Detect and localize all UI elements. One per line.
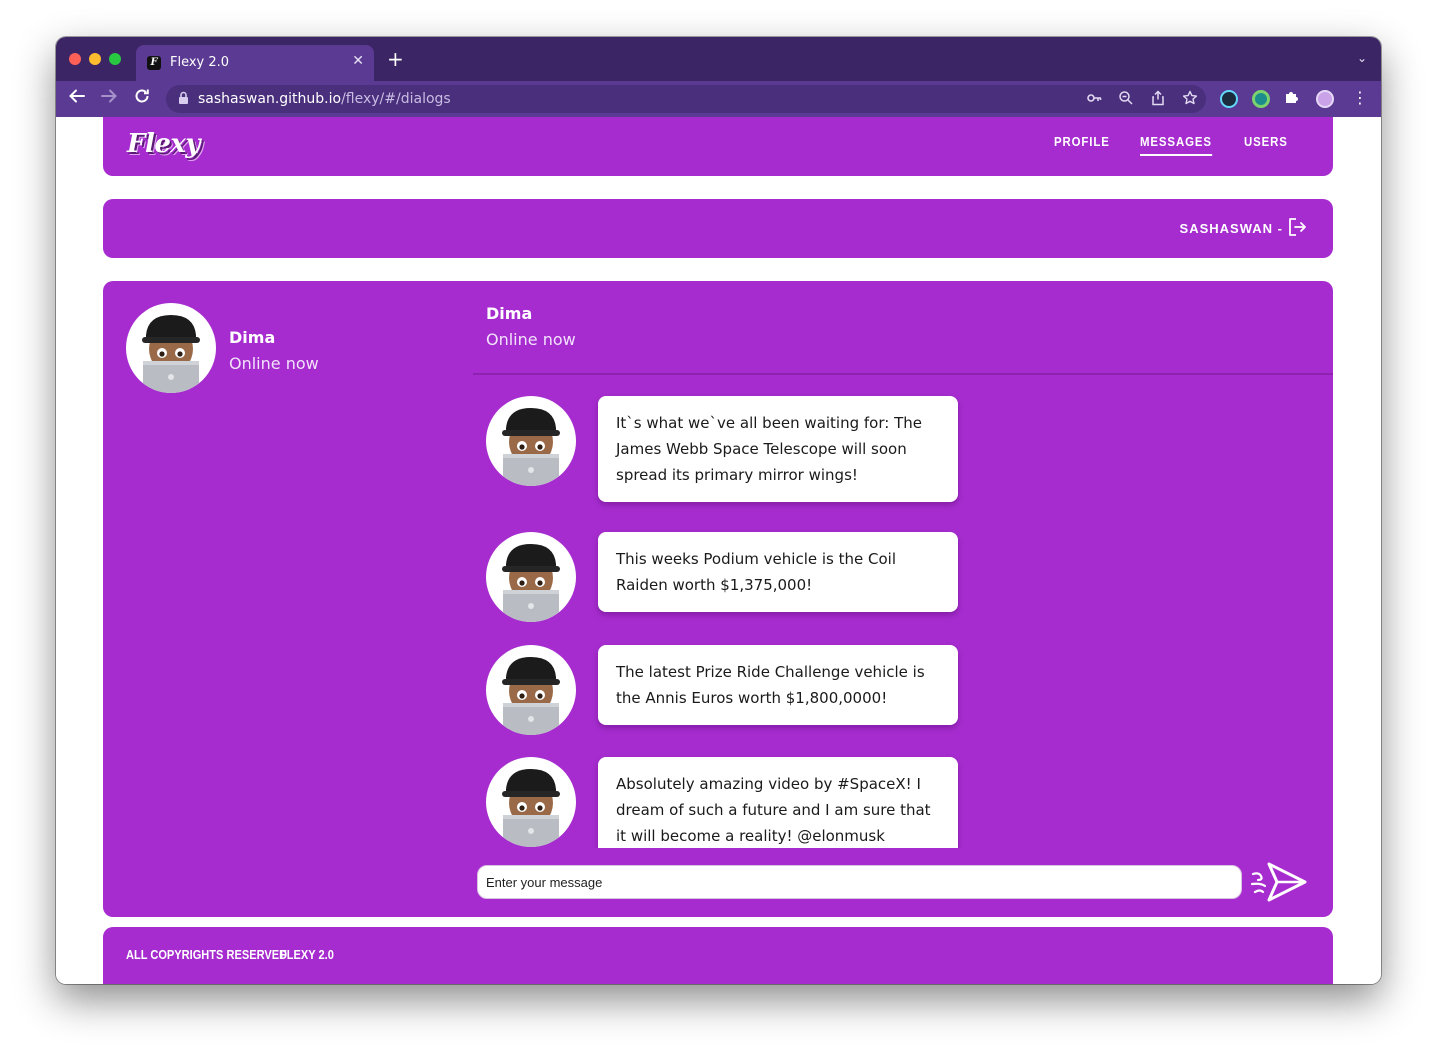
avatar — [126, 303, 216, 393]
footer-version: FLEXY 2.0 — [280, 947, 334, 962]
puzzle-icon[interactable] — [1284, 89, 1300, 109]
dialog-name: Dima — [229, 328, 276, 347]
site-footer: ALL COPYRIGHTS RESERVED FLEXY 2.0 — [103, 927, 1333, 984]
share-icon[interactable] — [1150, 90, 1166, 110]
message-composer — [477, 862, 1333, 902]
react-devtools-icon[interactable] — [1220, 90, 1238, 108]
url-text: sashaswan.github.io/flexy/#/dialogs — [198, 91, 451, 107]
browser-tab[interactable]: F Flexy 2.0 ✕ — [136, 45, 374, 81]
forward-icon[interactable] — [100, 87, 118, 111]
profile-avatar-icon[interactable] — [1316, 90, 1334, 108]
site-header: Flexy PROFILE MESSAGES USERS — [103, 117, 1333, 176]
url-host: sashaswan.github.io — [198, 91, 342, 107]
dialog-status: Online now — [229, 354, 319, 373]
address-bar[interactable]: sashaswan.github.io/flexy/#/dialogs — [166, 85, 1206, 113]
extension-circle-icon[interactable] — [1252, 90, 1270, 108]
url-path: /flexy/#/dialogs — [341, 91, 451, 107]
window-close-button[interactable] — [69, 53, 81, 65]
avatar — [486, 757, 576, 847]
chat-panel: Dima Online now Dima Online now It`s wha… — [103, 281, 1333, 917]
reload-icon[interactable] — [133, 87, 151, 111]
tab-close-icon[interactable]: ✕ — [352, 53, 364, 69]
key-icon[interactable] — [1086, 90, 1102, 110]
message-list[interactable]: It`s what we`ve all been waiting for: Th… — [473, 375, 1333, 848]
tab-title: Flexy 2.0 — [170, 55, 230, 70]
page-content: Flexy PROFILE MESSAGES USERS SASHASWAN - — [56, 117, 1381, 984]
window-maximize-button[interactable] — [109, 53, 121, 65]
back-icon[interactable] — [68, 87, 86, 111]
zoom-icon[interactable] — [1118, 90, 1134, 110]
chat-contact-status: Online now — [486, 330, 576, 349]
chevron-down-icon[interactable]: ⌄ — [1357, 51, 1367, 65]
message-input[interactable] — [477, 865, 1242, 899]
message-bubble: Absolutely amazing video by #SpaceX! I d… — [598, 757, 958, 848]
send-icon[interactable] — [1249, 858, 1309, 906]
message-bubble: This weeks Podium vehicle is the Coil Ra… — [598, 532, 958, 612]
favicon-icon: F — [147, 56, 161, 70]
star-icon[interactable] — [1182, 90, 1198, 110]
window-minimize-button[interactable] — [89, 53, 101, 65]
avatar — [486, 396, 576, 486]
message-bubble: It`s what we`ve all been waiting for: Th… — [598, 396, 958, 502]
browser-toolbar: sashaswan.github.io/flexy/#/dialogs ⋮ — [56, 81, 1381, 117]
more-icon[interactable]: ⋮ — [1352, 88, 1368, 107]
logo[interactable]: Flexy — [127, 129, 201, 159]
chat-contact-name: Dima — [486, 304, 533, 323]
message-bubble: The latest Prize Ride Challenge vehicle … — [598, 645, 958, 725]
browser-window: F Flexy 2.0 ✕ + ⌄ sashaswan.github.io/fl… — [56, 37, 1381, 984]
new-tab-icon[interactable]: + — [387, 49, 404, 69]
nav-users-link[interactable]: USERS — [1244, 134, 1288, 154]
username-label[interactable]: SASHASWAN - — [1180, 221, 1283, 236]
tab-bar: F Flexy 2.0 ✕ + ⌄ — [56, 37, 1381, 81]
footer-copyright: ALL COPYRIGHTS RESERVED — [126, 947, 288, 962]
avatar — [486, 645, 576, 735]
nav-messages-link[interactable]: MESSAGES — [1140, 134, 1212, 156]
lock-icon[interactable] — [178, 91, 189, 108]
nav-profile-link[interactable]: PROFILE — [1054, 134, 1110, 154]
user-bar: SASHASWAN - — [103, 199, 1333, 258]
avatar — [486, 532, 576, 622]
logout-icon[interactable] — [1287, 217, 1307, 237]
